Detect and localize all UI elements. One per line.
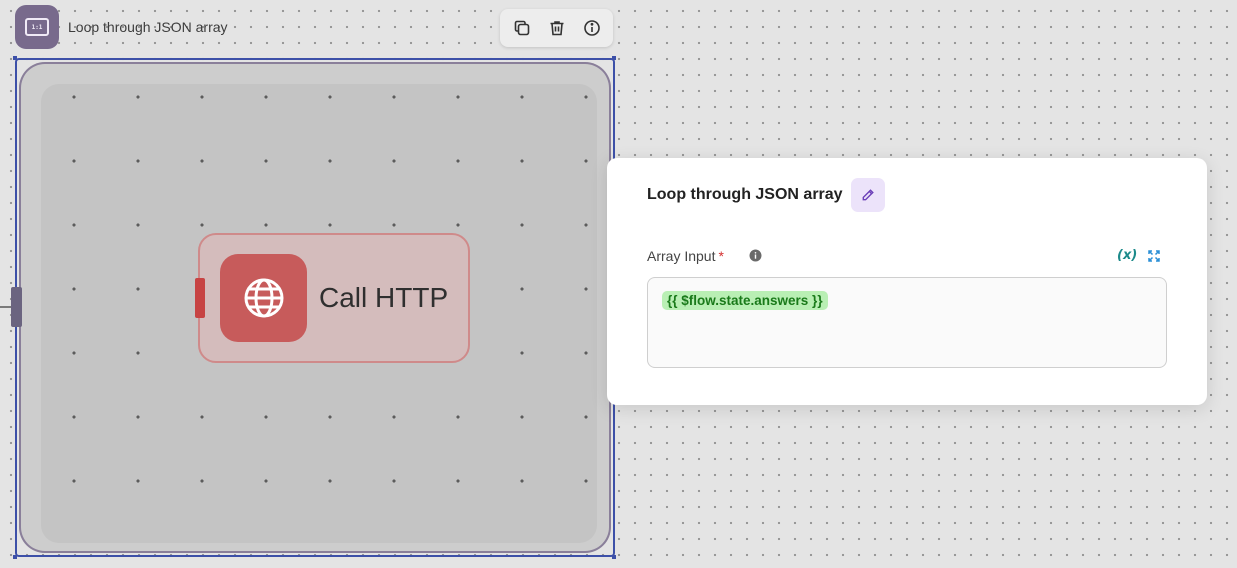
node-title: Loop through JSON array bbox=[68, 19, 228, 35]
array-input-field[interactable]: {{ $flow.state.answers }} bbox=[647, 277, 1167, 368]
node-config-dialog: Loop through JSON array Array Input * (x)… bbox=[607, 158, 1207, 405]
info-icon bbox=[583, 20, 600, 36]
node-toolbar bbox=[500, 9, 613, 47]
info-icon[interactable] bbox=[749, 249, 762, 267]
variable-chip[interactable]: {{ $flow.state.answers }} bbox=[662, 291, 828, 310]
duplicate-button[interactable] bbox=[509, 15, 535, 41]
dialog-title: Loop through JSON array bbox=[647, 186, 843, 203]
http-input-handle[interactable] bbox=[195, 278, 205, 318]
info-button[interactable] bbox=[579, 15, 605, 41]
call-http-label: Call HTTP bbox=[319, 282, 449, 313]
variable-button[interactable]: (x) bbox=[1117, 248, 1137, 263]
edit-title-button[interactable] bbox=[851, 178, 885, 212]
resize-handle-top-left[interactable] bbox=[13, 56, 17, 60]
resize-handle-top-right[interactable] bbox=[612, 56, 616, 60]
delete-button[interactable] bbox=[544, 15, 570, 41]
expand-icon[interactable] bbox=[1147, 249, 1161, 268]
array-input-label-text: Array Input bbox=[647, 248, 716, 264]
loop-icon: 1:1 bbox=[15, 5, 59, 49]
required-marker: * bbox=[718, 248, 724, 264]
loop-node-header[interactable]: 1:1 Loop through JSON array bbox=[15, 5, 228, 49]
delete-icon bbox=[550, 21, 563, 36]
resize-handle-bottom-left[interactable] bbox=[13, 555, 17, 559]
loop-input-handle[interactable] bbox=[11, 287, 22, 327]
array-input-label: Array Input * bbox=[647, 248, 724, 264]
resize-handle-bottom-right[interactable] bbox=[612, 555, 616, 559]
duplicate-icon bbox=[514, 20, 529, 36]
globe-icon bbox=[220, 254, 307, 342]
pencil-icon bbox=[862, 189, 874, 201]
